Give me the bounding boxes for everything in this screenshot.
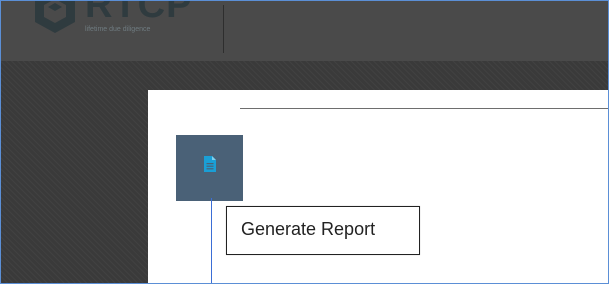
generate-report-button[interactable] [176,135,243,201]
logo-tagline: lifetime due diligence [85,26,151,33]
tooltip-text: Generate Report [241,219,376,239]
brand-logo[interactable]: RTCP lifetime due diligence [23,0,223,53]
document-icon [204,156,216,172]
app-header: RTCP lifetime due diligence [1,1,608,61]
app-window: RTCP lifetime due diligence Generate Rep… [0,0,609,284]
pointer-line [211,198,212,283]
cube-logo-icon [35,1,75,33]
content-divider [240,108,608,109]
tooltip: Generate Report [226,206,420,255]
logo-text: RTCP [85,0,193,26]
header-divider [223,5,224,53]
